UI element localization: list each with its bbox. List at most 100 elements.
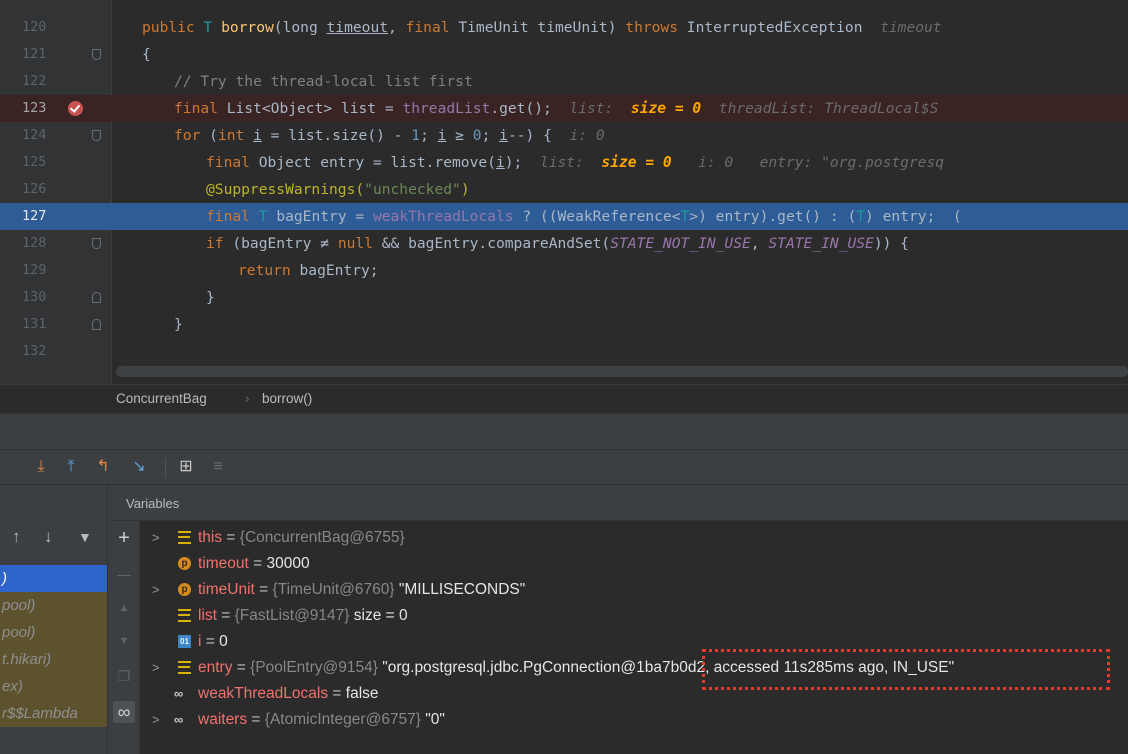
variable-ref: {PoolEntry@9154} [250, 659, 378, 676]
line-number: 131 [22, 316, 47, 332]
remove-watch-icon[interactable]: — [113, 563, 135, 585]
move-up-icon[interactable]: ▲ [113, 597, 135, 619]
code-line-122[interactable]: 122 // Try the thread-local list first [0, 68, 1128, 95]
variable-value: 30000 [266, 555, 310, 572]
frame-item[interactable]: pool) [0, 619, 107, 646]
variable-name: timeUnit [198, 581, 255, 598]
frame-item[interactable]: ex) [0, 673, 107, 700]
breakpoint-icon[interactable] [68, 101, 83, 116]
watch-icon: ∞ [174, 686, 184, 701]
breadcrumb-method[interactable]: borrow() [262, 391, 312, 406]
variable-ref: {FastList@9147} [234, 607, 350, 624]
variable-row[interactable]: list = {FastList@9147} size = 0 [140, 603, 1128, 628]
code-line-132[interactable]: 132 [0, 338, 1128, 365]
variable-value: "MILLISECONDS" [394, 581, 526, 598]
code-text: public T borrow(long timeout, final Time… [142, 19, 942, 36]
move-down-icon[interactable]: ▼ [113, 630, 135, 652]
frame-item-selected[interactable]: ) [0, 565, 107, 592]
code-text: { [142, 46, 151, 63]
variable-row[interactable]: p timeout = 30000 [140, 551, 1128, 576]
primitive-icon: 01 [178, 635, 191, 648]
variable-name: this [198, 529, 223, 546]
code-editor[interactable]: 120 public T borrow(long timeout, final … [0, 0, 1128, 384]
step-out-icon[interactable]: ⤒ [60, 456, 82, 478]
evaluate-expression-icon[interactable]: ⊞ [175, 456, 197, 478]
code-line-129[interactable]: 129 return bagEntry; [0, 257, 1128, 284]
code-text: for (int i = list.size() - 1; i ≥ 0; i--… [174, 127, 605, 144]
previous-frame-icon[interactable]: ↑ [12, 527, 21, 547]
line-number: 124 [22, 127, 47, 143]
code-line-127[interactable]: 127 final T bagEntry = weakThreadLocals … [0, 203, 1128, 230]
filter-frames-icon[interactable]: ▼ [78, 529, 92, 545]
add-watch-icon[interactable]: + [113, 527, 135, 549]
line-number: 132 [22, 343, 47, 359]
code-line-126[interactable]: 126 @SuppressWarnings("unchecked") [0, 176, 1128, 203]
debug-tool-window-header [0, 413, 1128, 449]
field-icon [178, 661, 191, 674]
copy-icon[interactable]: ❐ [113, 665, 135, 687]
fold-icon[interactable] [92, 292, 101, 303]
line-number: 127 [22, 208, 47, 224]
variable-name: list [198, 607, 217, 624]
line-number: 128 [22, 235, 47, 251]
variable-value: 0 [219, 633, 228, 650]
code-line-128[interactable]: 128 if (bagEntry ≠ null && bagEntry.comp… [0, 230, 1128, 257]
field-icon [178, 531, 191, 544]
variable-row[interactable]: > this = {ConcurrentBag@6755} [140, 525, 1128, 550]
code-text: } [174, 316, 183, 333]
run-to-cursor-icon[interactable]: ↘ [128, 456, 150, 478]
step-into-icon[interactable]: ⤓ [30, 456, 52, 478]
variable-name: waiters [198, 711, 248, 728]
fold-icon[interactable] [92, 319, 101, 330]
parameter-icon: p [178, 583, 191, 596]
next-frame-icon[interactable]: ↓ [44, 527, 53, 547]
variable-value: size = 0 [349, 607, 408, 624]
code-text: if (bagEntry ≠ null && bagEntry.compareA… [206, 235, 909, 252]
code-line-124[interactable]: 124 for (int i = list.size() - 1; i ≥ 0;… [0, 122, 1128, 149]
parameter-icon: p [178, 557, 191, 570]
frames-panel: ↑ ↓ ▼ ) pool) pool) t.hikari) ex) r$$Lam… [0, 485, 108, 754]
expand-icon[interactable]: > [152, 707, 160, 732]
drop-frame-icon[interactable]: ↰ [92, 456, 114, 478]
code-line-131[interactable]: 131 } [0, 311, 1128, 338]
frame-item[interactable]: r$$Lambda [0, 700, 107, 727]
expand-icon[interactable]: > [152, 525, 160, 550]
field-icon [178, 609, 191, 622]
fold-icon[interactable] [92, 238, 101, 249]
breadcrumb: ConcurrentBag › borrow() [0, 384, 1128, 413]
code-line-121[interactable]: 121 { [0, 41, 1128, 68]
expand-icon[interactable]: > [152, 655, 160, 680]
variable-value: false [345, 685, 379, 702]
fold-icon[interactable] [92, 130, 101, 141]
variable-name: weakThreadLocals [198, 685, 329, 702]
watches-toggle-icon[interactable]: ∞ [113, 701, 135, 723]
code-line-125[interactable]: 125 final Object entry = list.remove(i);… [0, 149, 1128, 176]
breadcrumb-separator: › [245, 391, 250, 406]
variable-ref: {AtomicInteger@6757} [264, 711, 421, 728]
fold-icon[interactable] [92, 49, 101, 60]
frame-item[interactable]: t.hikari) [0, 646, 107, 673]
code-text: final Object entry = list.remove(i); lis… [206, 154, 945, 171]
code-line-120[interactable]: 120 public T borrow(long timeout, final … [0, 14, 1128, 41]
line-number: 129 [22, 262, 47, 278]
line-number: 130 [22, 289, 47, 305]
variable-ref: {ConcurrentBag@6755} [239, 529, 405, 546]
horizontal-scrollbar[interactable] [116, 366, 1128, 377]
variables-tree[interactable]: > this = {ConcurrentBag@6755} p timeout … [140, 521, 1128, 754]
breadcrumb-class[interactable]: ConcurrentBag [116, 391, 207, 406]
trace-icon[interactable]: ≡ [207, 456, 229, 478]
variable-row[interactable]: > p timeUnit = {TimeUnit@6760} "MILLISEC… [140, 577, 1128, 602]
variable-name: timeout [198, 555, 249, 572]
variables-header: Variables [110, 485, 1128, 521]
annotation-highlight-box [702, 649, 1110, 690]
frame-item[interactable]: pool) [0, 592, 107, 619]
code-line-130[interactable]: 130 } [0, 284, 1128, 311]
variables-title: Variables [126, 496, 180, 511]
code-line-123[interactable]: 123 final List<Object> list = threadList… [0, 95, 1128, 122]
line-number: 123 [22, 100, 47, 116]
variable-row[interactable]: > ∞ waiters = {AtomicInteger@6757} "0" [140, 707, 1128, 732]
expand-icon[interactable]: > [152, 577, 160, 602]
line-number: 125 [22, 154, 47, 170]
code-text: // Try the thread-local list first [174, 73, 473, 90]
variable-name: entry [198, 659, 233, 676]
